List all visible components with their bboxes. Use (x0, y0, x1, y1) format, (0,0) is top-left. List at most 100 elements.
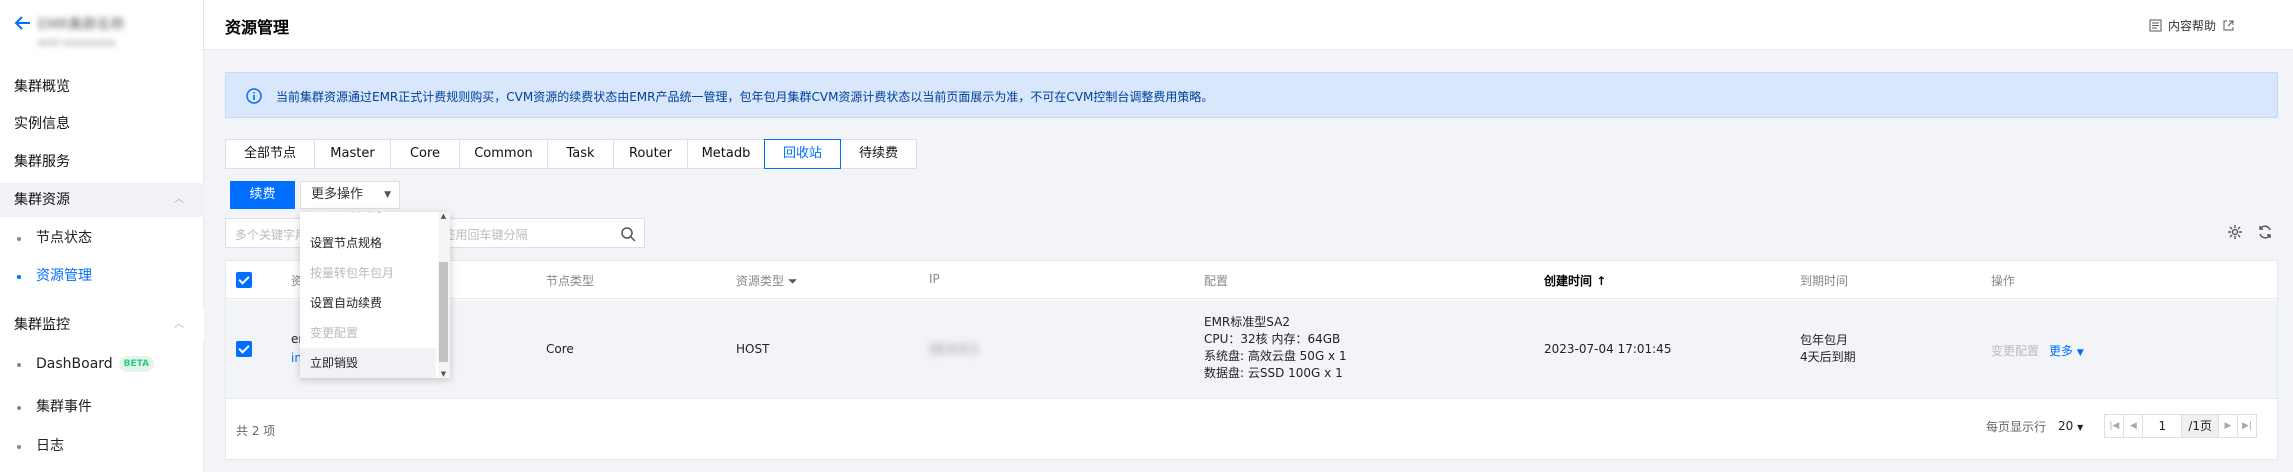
scroll-up-icon[interactable]: ▲ (439, 212, 448, 220)
page-number-input[interactable]: 1 (2142, 414, 2183, 438)
column-actions: 操作 (1991, 274, 2016, 288)
billing-mode: 包年包月 (1800, 333, 1849, 347)
ip-address: 10.0.0.1 (929, 342, 979, 356)
menu-item-set-node-spec[interactable]: 设置节点规格 (300, 228, 436, 258)
more-actions-label: 更多操作 (311, 187, 364, 202)
sidebar-item-node-status[interactable]: 节点状态 (0, 222, 204, 254)
renew-button[interactable]: 续费 (230, 181, 295, 209)
column-resource-type[interactable]: 资源类型 ⏷ (736, 272, 797, 289)
resource-type: HOST (736, 342, 770, 356)
pagination: 每页显示行 20 ▼ |◀ ◀ 1 /1页 ▶ ▶| (1986, 414, 2257, 438)
more-actions-button[interactable]: 更多操作 ▼ (300, 181, 400, 209)
sidebar-item-label: DashBoard (36, 356, 113, 372)
row-checkbox[interactable] (236, 341, 252, 357)
last-page-button[interactable]: ▶| (2237, 414, 2257, 438)
caret-down-icon: ▼ (2077, 423, 2084, 432)
caret-down-icon: ▼ (384, 190, 391, 200)
cluster-id: emr-xxxxxxxx (38, 36, 116, 49)
tab-master[interactable]: Master (314, 139, 391, 169)
column-expire-time: 到期时间 (1800, 274, 1849, 288)
help-link[interactable]: 内容帮助 (2149, 17, 2235, 34)
sidebar-item-instance-info[interactable]: 实例信息 (0, 107, 204, 141)
sidebar-item-events[interactable]: 集群事件 (0, 391, 204, 423)
sidebar-item-dashboard[interactable]: DashBoard BETA (0, 348, 204, 380)
tab-common[interactable]: Common (459, 139, 548, 169)
sidebar-item-overview[interactable]: 集群概览 (0, 70, 204, 104)
menu-item-convert-to-monthly: 按量转包年包月 (310, 266, 395, 280)
menu-item-set-ops-category[interactable]: 设置运维类别 (300, 212, 436, 222)
tab-core[interactable]: Core (390, 139, 460, 169)
column-label: 资源类型 (736, 274, 785, 288)
notice-text: 当前集群资源通过EMR正式计费规则购买，CVM资源的续费状态由EMR产品统一管理… (276, 90, 1214, 104)
sidebar: EMR集群名称 emr-xxxxxxxx 集群概览 实例信息 集群服务 集群资源… (0, 0, 204, 472)
scroll-down-icon[interactable]: ▼ (439, 370, 448, 378)
column-created-time[interactable]: 创建时间 ↑ (1544, 272, 1606, 289)
menu-scrollbar[interactable]: ▲ ▼ (438, 212, 450, 378)
column-label: 创建时间 (1544, 274, 1593, 288)
chevron-up-icon: ︿ (174, 319, 184, 330)
page-title: 资源管理 (225, 18, 290, 37)
per-page-value: 20 (2058, 419, 2074, 433)
arrow-left-icon[interactable] (14, 14, 32, 32)
menu-item-change-config: 变更配置 (310, 326, 359, 340)
table-header: 资源 节点类型 资源类型 ⏷ IP 配置 创建时间 ↑ 到期时间 操作 (226, 261, 2277, 299)
column-node-type: 节点类型 (546, 274, 595, 288)
top-bar: 资源管理 内容帮助 (204, 0, 2293, 50)
total-pages: /1页 (2181, 414, 2219, 438)
sidebar-item-logs[interactable]: 日志 (0, 430, 204, 462)
config-line: CPU：32核 内存：64GB (1204, 332, 1341, 346)
document-icon (2149, 19, 2162, 32)
created-time: 2023-07-04 17:01:45 (1544, 342, 1672, 356)
resource-table: 资源 节点类型 资源类型 ⏷ IP 配置 创建时间 ↑ 到期时间 操作 emr-… (225, 260, 2278, 460)
cluster-name: EMR集群名称 (38, 17, 125, 33)
info-icon (246, 88, 262, 104)
sidebar-header: EMR集群名称 emr-xxxxxxxx (0, 0, 204, 55)
help-label: 内容帮助 (2167, 19, 2216, 33)
tab-pending-renewal[interactable]: 待续费 (840, 139, 917, 169)
tab-router[interactable]: Router (613, 139, 688, 169)
caret-down-icon: ▼ (2076, 348, 2084, 358)
tab-recycle-bin[interactable]: 回收站 (764, 139, 841, 169)
gear-icon[interactable] (2227, 224, 2243, 240)
first-page-button[interactable]: |◀ (2104, 414, 2125, 438)
external-link-icon (2223, 20, 2234, 31)
sidebar-group-label: 集群监控 (14, 317, 70, 333)
menu-item-auto-renew[interactable]: 设置自动续费 (300, 288, 436, 318)
node-type: Core (546, 342, 574, 356)
sidebar-group-monitor[interactable]: 集群监控 ︿ (0, 308, 204, 342)
column-ip: IP (929, 272, 940, 286)
sort-asc-icon[interactable]: ↑ (1596, 274, 1606, 288)
sidebar-item-resource-management[interactable]: 资源管理 (0, 260, 204, 292)
sidebar-group-resources[interactable]: 集群资源 ︿ (0, 183, 204, 217)
next-page-button[interactable]: ▶ (2218, 414, 2238, 438)
table-footer: 共 2 项 每页显示行 20 ▼ |◀ ◀ 1 /1页 ▶ ▶| (226, 400, 2277, 460)
tab-metadb[interactable]: Metadb (687, 139, 765, 169)
more-actions-menu: 设置运维类别 设置节点规格 按量转包年包月 设置自动续费 变更配置 立即销毁 ▲… (300, 212, 450, 378)
select-all-checkbox[interactable] (236, 272, 252, 288)
config-line: EMR标准型SA2 (1204, 315, 1290, 329)
sidebar-group-label: 集群资源 (14, 192, 70, 208)
menu-item-destroy-now[interactable]: 立即销毁 (300, 348, 436, 378)
table-row[interactable]: emr-xxxxxxxx ins-xxxxxxxx Core HOST 10.0… (226, 300, 2277, 399)
config-details: EMR标准型SA2 CPU：32核 内存：64GB 系统盘: 高效云盘 50G … (1204, 314, 1347, 382)
tab-task[interactable]: Task (547, 139, 614, 169)
expire-countdown: 4天后到期 (1800, 350, 1856, 364)
more-actions-link[interactable]: 更多 ▼ (2049, 342, 2084, 359)
chevron-up-icon: ︿ (174, 194, 184, 205)
node-tabs: 全部节点 Master Core Common Task Router Meta… (225, 139, 917, 169)
expire-info: 包年包月 4天后到期 (1800, 332, 1856, 366)
refresh-icon[interactable] (2257, 224, 2273, 240)
scrollbar-thumb[interactable] (439, 262, 448, 362)
per-page-label: 每页显示行 (1986, 419, 2047, 434)
search-icon[interactable] (620, 226, 636, 242)
tab-all-nodes[interactable]: 全部节点 (225, 139, 315, 169)
info-notice: 当前集群资源通过EMR正式计费规则购买，CVM资源的续费状态由EMR产品统一管理… (225, 72, 2278, 118)
change-config-action: 变更配置 (1991, 344, 2040, 358)
sidebar-item-services[interactable]: 集群服务 (0, 145, 204, 179)
beta-badge: BETA (118, 356, 155, 372)
more-label: 更多 (2049, 344, 2074, 358)
filter-icon[interactable]: ⏷ (788, 274, 798, 288)
prev-page-button[interactable]: ◀ (2123, 414, 2144, 438)
per-page-select[interactable]: 20 ▼ (2058, 419, 2083, 433)
total-count: 共 2 项 (236, 424, 276, 438)
